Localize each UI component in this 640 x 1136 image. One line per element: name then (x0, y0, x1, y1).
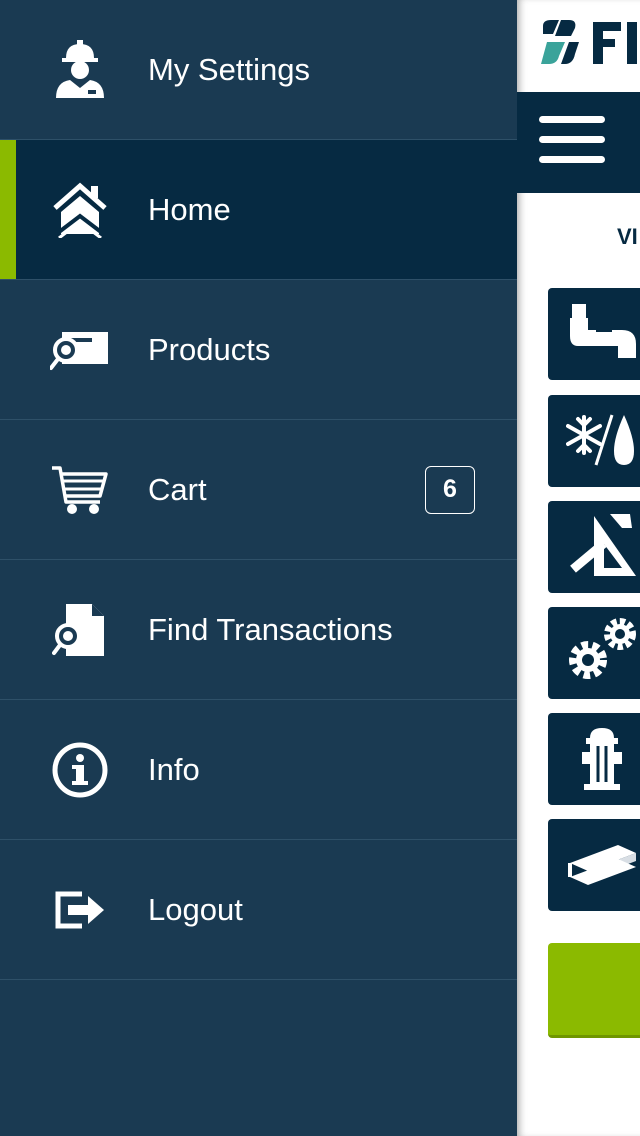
category-tile-steel[interactable] (548, 819, 640, 911)
menu-item-label: Cart (148, 471, 207, 507)
category-tile-tools[interactable] (548, 501, 640, 593)
menu-item-find-transactions[interactable]: Find Transactions (0, 560, 517, 700)
menu-item-label: Home (148, 191, 231, 227)
document-search-icon (48, 598, 112, 662)
menu-item-label: Find Transactions (148, 611, 393, 647)
menu-item-my-settings[interactable]: My Settings (0, 0, 517, 140)
menu-item-label: Products (148, 331, 271, 367)
main-content: VI (517, 0, 640, 1136)
home-icon (48, 178, 112, 242)
menu-item-home[interactable]: Home (0, 140, 517, 280)
menu-item-label: Info (148, 751, 200, 787)
view-label: VI (617, 224, 638, 249)
category-tile-gears[interactable] (548, 607, 640, 699)
tools-icon (566, 510, 638, 585)
menu-item-label: My Settings (148, 51, 310, 87)
menu-item-label: Logout (148, 891, 243, 927)
hvac-icon (566, 409, 638, 474)
brand-logo (539, 18, 640, 68)
pipe-icon (566, 302, 638, 367)
menu-item-cart[interactable]: Cart 6 (0, 420, 517, 560)
menu-item-products[interactable]: Products (0, 280, 517, 420)
category-tile-hvac[interactable] (548, 395, 640, 487)
category-tile-pipe[interactable] (548, 288, 640, 380)
side-menu: My Settings Home Products Cart 6 Find Tr… (0, 0, 517, 1136)
hamburger-menu-icon[interactable] (539, 116, 605, 166)
product-search-icon (48, 318, 112, 382)
active-indicator (0, 140, 16, 279)
menu-item-logout[interactable]: Logout (0, 840, 517, 980)
category-tile-hydrant[interactable] (548, 713, 640, 805)
worker-icon (48, 38, 112, 102)
cart-count-badge: 6 (425, 465, 475, 514)
menu-item-info[interactable]: Info (0, 700, 517, 840)
top-navbar (517, 92, 640, 193)
steel-beam-icon (566, 833, 638, 898)
info-icon (48, 738, 112, 802)
gears-icon (566, 616, 638, 691)
cart-icon (48, 458, 112, 522)
primary-action-button[interactable] (548, 943, 640, 1038)
hydrant-icon (566, 722, 638, 797)
logout-icon (48, 878, 112, 942)
